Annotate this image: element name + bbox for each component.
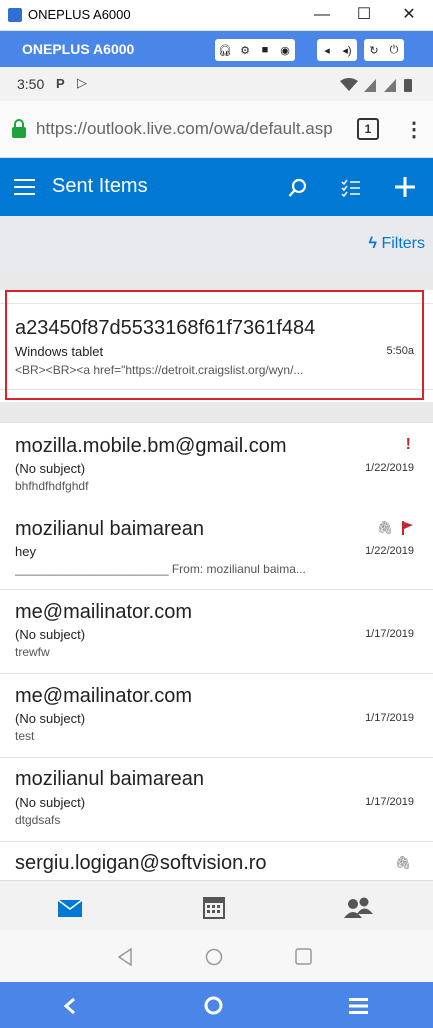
message-sender: me@mailinator.com (15, 685, 193, 707)
emulator-tools-group: 🎧︎ ⚙ ■ ◉ (215, 39, 295, 61)
power-group: ↻ ⏻ (364, 39, 404, 61)
close-button[interactable]: ✕ (394, 4, 424, 26)
signal-battery-icons (340, 78, 412, 92)
browser-url-bar: https://outlook.live.com/owa/default.asp… (0, 101, 433, 158)
calendar-icon[interactable] (203, 897, 225, 919)
settings-icon[interactable]: ⚙ (235, 39, 255, 61)
window-title: ONEPLUS A6000 (28, 7, 131, 22)
recents-square-icon[interactable] (295, 948, 312, 965)
list-separator (0, 402, 433, 422)
video-icon[interactable]: ■ (255, 39, 275, 61)
message-subject: hey (15, 544, 36, 559)
menu-icon[interactable] (349, 998, 368, 1014)
android-status-bar: 3:50 P ▷ (0, 67, 433, 101)
lightning-icon: ϟ (368, 235, 377, 252)
select-mode-icon[interactable] (341, 179, 361, 197)
message-item[interactable]: me@mailinator.com (No subject) 1/17/2019… (0, 590, 433, 674)
message-preview: _______________________ From: mozilianul… (15, 562, 306, 576)
back-triangle-icon[interactable] (117, 948, 133, 966)
message-sender: sergiu.logigan@softvision.ro (15, 852, 267, 874)
message-item[interactable]: mozilla.mobile.bm@gmail.com ! (No subjec… (0, 422, 433, 507)
message-sender: me@mailinator.com (15, 601, 193, 623)
volume-group: ◂ ◂) (317, 39, 357, 61)
selection-highlight (5, 290, 424, 400)
emulator-toolbar: ONEPLUS A6000 🎧︎ ⚙ ■ ◉ ◂ ◂) ↻ ⏻ (0, 31, 433, 67)
parking-icon: P (56, 76, 65, 91)
app-header: Sent Items (0, 158, 433, 216)
message-preview: bhfhdfhdfghdf (15, 479, 89, 493)
message-date: 1/22/2019 (365, 462, 414, 474)
camera-icon[interactable]: ◉ (275, 39, 295, 61)
people-icon[interactable] (344, 896, 374, 918)
app-icon (8, 8, 22, 22)
message-date: 1/17/2019 (365, 628, 414, 640)
folder-title: Sent Items (52, 175, 148, 197)
emulator-bottom-bar (0, 982, 433, 1028)
search-icon[interactable] (288, 178, 308, 198)
new-mail-plus-icon[interactable] (394, 176, 416, 198)
volume-down-icon[interactable]: ◂ (317, 39, 337, 61)
lock-icon (12, 119, 26, 138)
filter-bar: ϟ Filters (0, 216, 433, 270)
window-title-bar: ONEPLUS A6000 — ☐ ✕ (0, 0, 433, 31)
browser-menu-button[interactable]: ⋮ (404, 117, 424, 142)
message-date: 1/17/2019 (365, 796, 414, 808)
importance-icon: ! (405, 436, 411, 453)
message-subject: (No subject) (15, 795, 86, 810)
android-nav-bar (0, 930, 433, 982)
paperclip-icon: 🖇︎ (394, 855, 411, 870)
message-preview: test (15, 729, 35, 743)
message-item[interactable]: mozilianul baimarean 🖇︎ hey 1/22/2019 __… (0, 506, 433, 590)
message-subject: (No subject) (15, 711, 86, 726)
app-bottom-tabs (0, 880, 433, 931)
rotate-icon[interactable]: ↻ (364, 39, 384, 61)
message-item[interactable]: me@mailinator.com (No subject) 1/17/2019… (0, 674, 433, 758)
headset-icon[interactable]: 🎧︎ (215, 39, 235, 61)
status-time: 3:50 (17, 76, 45, 92)
message-item[interactable]: mozilianul baimarean (No subject) 1/17/2… (0, 758, 433, 842)
message-sender: mozilianul baimarean (15, 518, 204, 540)
message-preview: dtgdsafs (15, 813, 61, 827)
minimize-button[interactable]: — (307, 4, 337, 26)
volume-up-icon[interactable]: ◂) (337, 39, 357, 61)
message-sender: mozilla.mobile.bm@gmail.com (15, 435, 287, 457)
flag-icon[interactable] (402, 521, 414, 535)
play-store-icon: ▷ (77, 75, 87, 90)
tab-switcher-button[interactable]: 1 (357, 118, 379, 140)
filters-button[interactable]: ϟ Filters (369, 235, 425, 253)
message-preview: trewfw (15, 645, 50, 659)
message-item[interactable]: sergiu.logigan@softvision.ro 🖇︎ (0, 842, 433, 880)
filters-label: Filters (381, 235, 425, 252)
home-icon[interactable] (204, 996, 223, 1015)
maximize-button[interactable]: ☐ (349, 4, 379, 26)
message-sender: mozilianul baimarean (15, 768, 204, 790)
hamburger-menu-icon[interactable] (14, 179, 35, 195)
url-field[interactable]: https://outlook.live.com/owa/default.asp (36, 119, 348, 139)
power-icon[interactable]: ⏻ (384, 39, 404, 61)
chevron-left-icon[interactable] (63, 997, 77, 1015)
paperclip-icon: 🖇︎ (376, 520, 393, 535)
message-date: 1/17/2019 (365, 712, 414, 724)
message-subject: (No subject) (15, 461, 86, 476)
message-subject: (No subject) (15, 627, 86, 642)
mail-icon[interactable] (58, 900, 82, 917)
device-name: ONEPLUS A6000 (22, 41, 135, 57)
list-separator (0, 270, 433, 290)
home-circle-icon[interactable] (205, 948, 223, 966)
message-date: 1/22/2019 (365, 545, 414, 557)
